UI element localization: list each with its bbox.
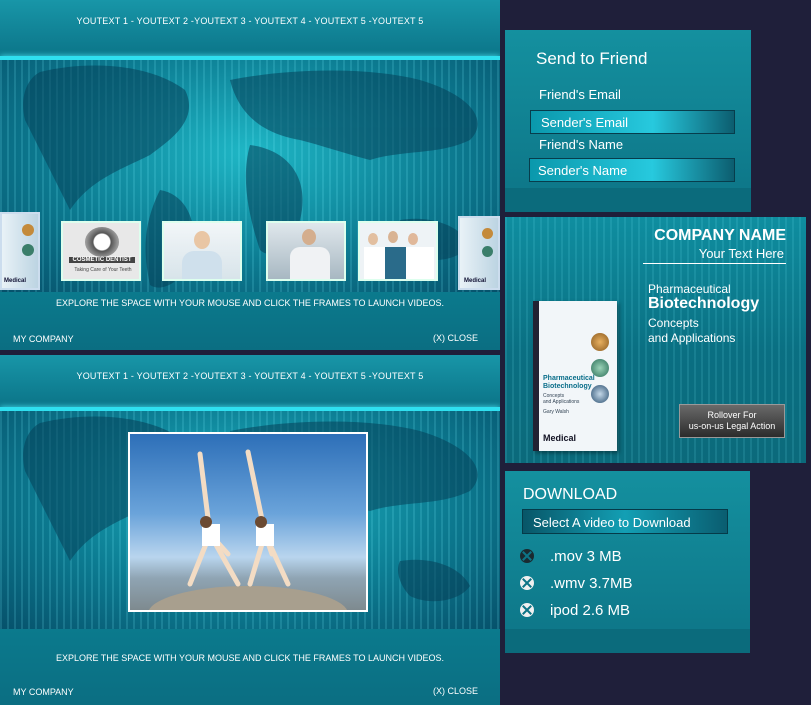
box-disc-icon [591, 385, 609, 403]
product-line2: Biotechnology [648, 295, 760, 312]
box-label: Medical [543, 433, 577, 443]
top-nav-links[interactable]: YOUTEXT 1 - YOUTEXT 2 -YOUTEXT 3 - YOUTE… [0, 371, 500, 381]
person-head-icon [194, 231, 210, 249]
product-line3: Concepts [648, 316, 699, 330]
dentist-caption: COSMETIC DENTIST [69, 257, 135, 263]
legal-line1: Rollover For [707, 410, 757, 420]
thumb-box-left[interactable]: Medical [0, 212, 40, 290]
close-circle-icon [520, 549, 534, 563]
company-name: COMPANY NAME [654, 227, 786, 244]
thumb-medical-team[interactable] [358, 221, 438, 281]
download-ipod[interactable]: ipod 2.6 MB [520, 602, 630, 619]
send-to-friend-title: Send to Friend [536, 49, 648, 68]
team-body-icon [364, 247, 434, 279]
box-disc-icon [22, 224, 34, 236]
download-title: DOWNLOAD [523, 486, 618, 503]
person-head-icon [302, 229, 316, 245]
dentist-subcaption: Taking Care of Your Teeth [74, 267, 132, 273]
person-body-icon [290, 247, 330, 279]
thumb-nurse[interactable] [162, 221, 242, 281]
close-circle-icon [520, 576, 534, 590]
select-video-bar: Select A video to Download [522, 509, 728, 534]
bottom-bar: EXPLORE THE SPACE WITH YOUR MOUSE AND CL… [0, 292, 500, 350]
box-disc-icon [482, 246, 493, 257]
video-frame[interactable] [128, 432, 368, 612]
person-head-icon [408, 233, 418, 245]
top-nav-links[interactable]: YOUTEXT 1 - YOUTEXT 2 -YOUTEXT 3 - YOUTE… [0, 16, 500, 26]
send-to-friend-panel: Send to Friend Friend's Email Sender's E… [505, 30, 751, 212]
box-author: Gary Walsh [543, 409, 569, 415]
download-mov-label: .mov 3 MB [550, 548, 622, 565]
friends-email-field[interactable]: Friend's Email [539, 87, 621, 102]
download-ipod-label: ipod 2.6 MB [550, 602, 631, 619]
video-panel-bottom: YOUTEXT 1 - YOUTEXT 2 -YOUTEXT 3 - YOUTE… [0, 355, 500, 705]
person-body-icon [182, 251, 222, 279]
box-sub2: and Applications [543, 399, 580, 405]
product-box[interactable]: Pharmaceutical Biotechnology Concepts an… [533, 301, 617, 451]
senders-name-field[interactable]: Sender's Name [529, 158, 735, 182]
company-tagline: Your Text Here [698, 246, 784, 261]
top-nav-bar: YOUTEXT 1 - YOUTEXT 2 -YOUTEXT 3 - YOUTE… [0, 0, 500, 58]
video-panel-top: YOUTEXT 1 - YOUTEXT 2 -YOUTEXT 3 - YOUTE… [0, 0, 500, 350]
dentist-logo-icon [85, 227, 119, 257]
explore-instruction: EXPLORE THE SPACE WITH YOUR MOUSE AND CL… [55, 298, 445, 308]
box-title1: Pharmaceutical [543, 375, 595, 382]
bottom-bar: EXPLORE THE SPACE WITH YOUR MOUSE AND CL… [0, 629, 500, 705]
legal-line2: us-on-us Legal Action [688, 421, 776, 431]
box-disc-icon [482, 228, 493, 239]
thumb-cosmetic-dentist[interactable]: COSMETIC DENTIST Taking Care of Your Tee… [61, 221, 141, 281]
legal-action-button[interactable]: Rollover For us-on-us Legal Action [679, 404, 785, 438]
senders-email-field[interactable]: Sender's Email [530, 110, 735, 134]
download-mov[interactable]: .mov 3 MB [520, 548, 622, 565]
company-label: MY COMPANY [13, 687, 74, 697]
box-disc-icon [591, 333, 609, 351]
product-line4: and Applications [648, 331, 736, 345]
company-product-panel: COMPANY NAME Your Text Here Pharmaceutic… [505, 217, 806, 463]
box-label: Medical [464, 278, 487, 284]
panel-footer [505, 188, 751, 212]
friends-name-field[interactable]: Friend's Name [539, 137, 623, 152]
box-label: Medical [4, 278, 27, 284]
box-title2: Biotechnology [543, 383, 592, 390]
top-nav-bar: YOUTEXT 1 - YOUTEXT 2 -YOUTEXT 3 - YOUTE… [0, 355, 500, 407]
close-button[interactable]: (X) CLOSE [433, 686, 478, 696]
close-circle-icon [520, 603, 534, 617]
thumb-doctor[interactable] [266, 221, 346, 281]
company-label: MY COMPANY [13, 334, 74, 344]
person-head-icon [388, 231, 398, 243]
person-head-icon [368, 233, 378, 245]
download-wmv-label: .wmv 3.7MB [550, 575, 633, 592]
thumb-box-right[interactable]: Medical [458, 216, 500, 290]
tagline-underline [643, 263, 786, 264]
close-button[interactable]: (X) CLOSE [433, 333, 478, 343]
download-wmv[interactable]: .wmv 3.7MB [520, 575, 633, 592]
panel-footer [505, 629, 750, 653]
product-line1: Pharmaceutical [648, 282, 731, 296]
box-disc-icon [22, 244, 34, 256]
yoga-scene-graphic [149, 449, 347, 610]
explore-instruction: EXPLORE THE SPACE WITH YOUR MOUSE AND CL… [55, 653, 445, 663]
